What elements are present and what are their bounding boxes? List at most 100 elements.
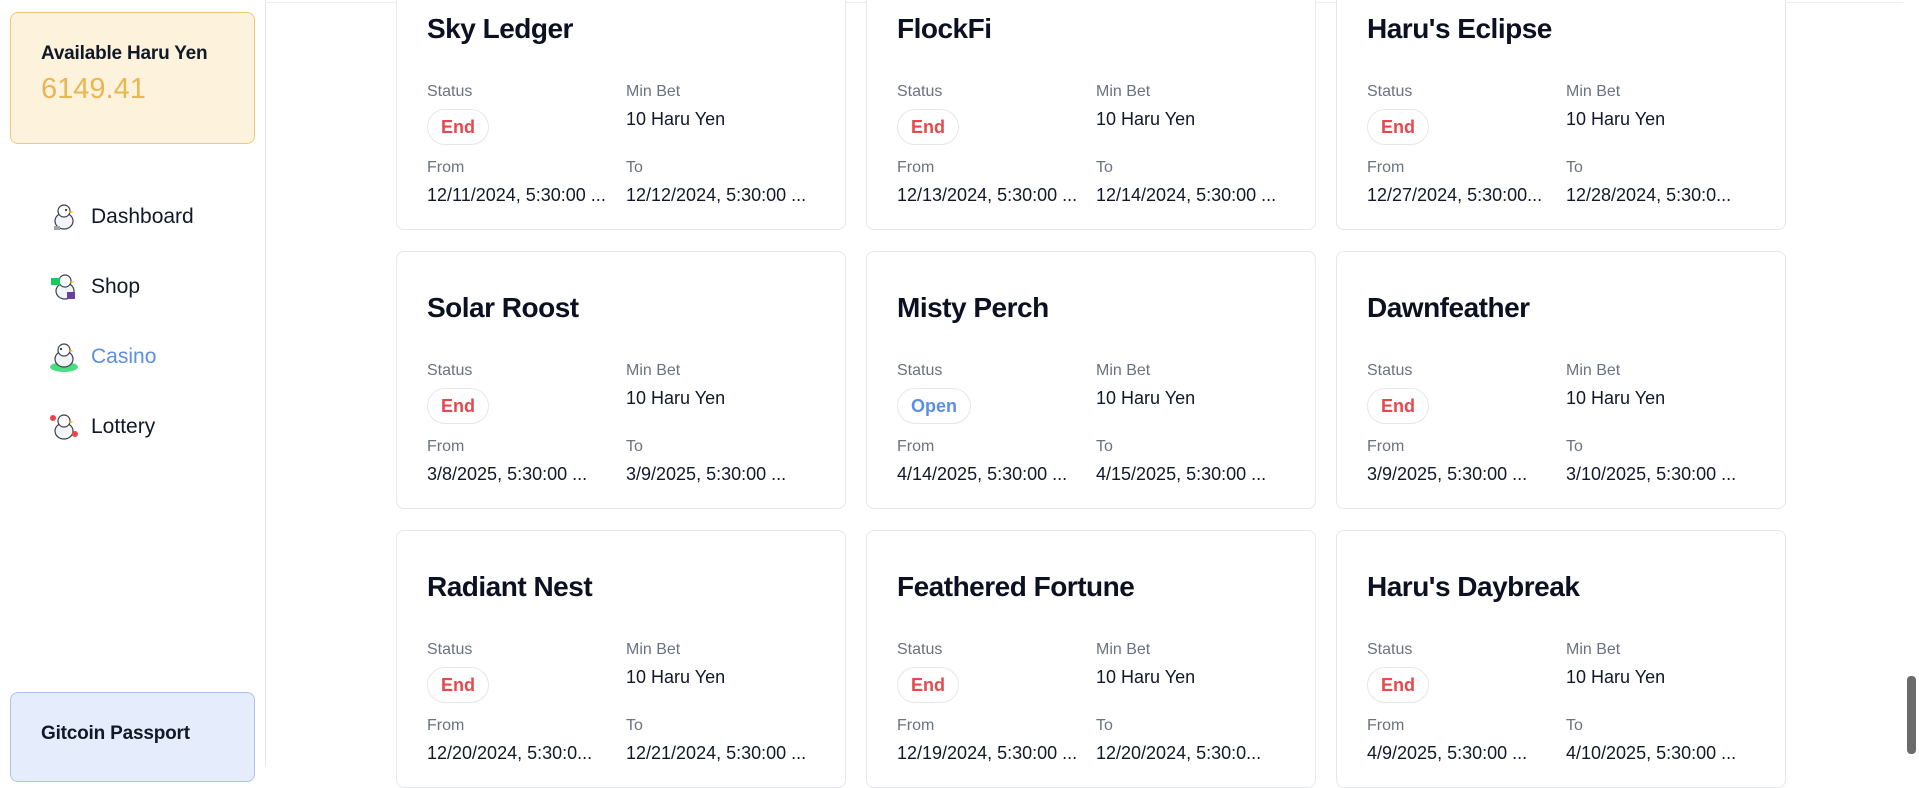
- to-label: To: [626, 717, 643, 734]
- game-title: Dawnfeather: [1367, 292, 1530, 323]
- min-bet-value: 10 Haru Yen: [1096, 667, 1196, 687]
- to-label: To: [1096, 717, 1113, 734]
- balance-card: Available Haru Yen 6149.41: [10, 12, 255, 144]
- sidebar: Available Haru Yen 6149.41 Dashboard Sho…: [0, 0, 266, 782]
- from-label: From: [427, 159, 465, 176]
- min-bet-value: 10 Haru Yen: [626, 667, 726, 687]
- to-label: To: [1566, 159, 1583, 176]
- min-bet-label: Min Bet: [1566, 641, 1621, 658]
- to-label: To: [1096, 159, 1113, 176]
- status-label: Status: [1367, 83, 1413, 100]
- min-bet-label: Min Bet: [1096, 641, 1151, 658]
- min-bet-value: 10 Haru Yen: [626, 388, 726, 408]
- from-label: From: [897, 438, 935, 455]
- min-bet-value: 10 Haru Yen: [1566, 388, 1666, 408]
- from-label: From: [427, 717, 465, 734]
- to-value: 3/9/2025, 5:30:00 ...: [626, 464, 787, 484]
- from-label: From: [1367, 717, 1405, 734]
- from-value: 4/14/2025, 5:30:00 ...: [897, 464, 1068, 484]
- game-card[interactable]: Sky Ledger Status End Min Bet 10 Haru Ye…: [396, 0, 846, 230]
- status-label: Status: [897, 641, 943, 658]
- from-label: From: [1367, 159, 1405, 176]
- game-card[interactable]: Haru's Eclipse Status End Min Bet 10 Har…: [1336, 0, 1786, 230]
- from-value: 3/8/2025, 5:30:00 ...: [427, 464, 588, 484]
- sidebar-item-label: Lottery: [91, 415, 156, 438]
- status-badge: End: [897, 667, 959, 703]
- to-value: 4/10/2025, 5:30:00 ...: [1566, 743, 1737, 763]
- game-card[interactable]: Feathered Fortune Status End Min Bet 10 …: [866, 530, 1316, 788]
- to-label: To: [1566, 438, 1583, 455]
- from-value: 4/9/2025, 5:30:00 ...: [1367, 743, 1528, 763]
- game-card[interactable]: Dawnfeather Status End Min Bet 10 Haru Y…: [1336, 251, 1786, 509]
- min-bet-value: 10 Haru Yen: [1096, 109, 1196, 129]
- min-bet-value: 10 Haru Yen: [626, 109, 726, 129]
- duck-lottery-icon: [50, 414, 78, 440]
- casino-games-grid: Sky Ledger Status End Min Bet 10 Haru Ye…: [396, 0, 1786, 788]
- to-value: 12/12/2024, 5:30:00 ...: [626, 185, 807, 205]
- game-title: Sky Ledger: [427, 13, 573, 44]
- from-value: 12/11/2024, 5:30:00 ...: [427, 185, 606, 205]
- min-bet-label: Min Bet: [626, 641, 681, 658]
- game-card[interactable]: Solar Roost Status End Min Bet 10 Haru Y…: [396, 251, 846, 509]
- from-value: 12/13/2024, 5:30:00 ...: [897, 185, 1078, 205]
- game-title: Misty Perch: [897, 292, 1049, 323]
- to-label: To: [626, 438, 643, 455]
- to-value: 3/10/2025, 5:30:00 ...: [1566, 464, 1737, 484]
- status-badge: End: [427, 667, 489, 703]
- to-label: To: [1096, 438, 1113, 455]
- from-value: 12/27/2024, 5:30:00...: [1367, 185, 1543, 205]
- min-bet-label: Min Bet: [1096, 362, 1151, 379]
- min-bet-label: Min Bet: [1566, 362, 1621, 379]
- balance-label: Available Haru Yen: [41, 43, 208, 64]
- to-value: 12/21/2024, 5:30:00 ...: [626, 743, 807, 763]
- from-value: 12/19/2024, 5:30:00 ...: [897, 743, 1078, 763]
- to-value: 12/20/2024, 5:30:0...: [1096, 743, 1262, 763]
- duck-casino-icon: [50, 343, 78, 372]
- from-value: 3/9/2025, 5:30:00 ...: [1367, 464, 1528, 484]
- status-label: Status: [897, 362, 943, 379]
- min-bet-label: Min Bet: [626, 83, 681, 100]
- status-badge: End: [427, 109, 489, 145]
- game-card[interactable]: FlockFi Status End Min Bet 10 Haru Yen F…: [866, 0, 1316, 230]
- game-title: Haru's Eclipse: [1367, 13, 1552, 44]
- from-label: From: [897, 717, 935, 734]
- passport-label: Gitcoin Passport: [41, 723, 190, 744]
- min-bet-label: Min Bet: [626, 362, 681, 379]
- duck-dashboard-icon: [54, 204, 74, 230]
- to-value: 4/15/2025, 5:30:00 ...: [1096, 464, 1267, 484]
- min-bet-value: 10 Haru Yen: [1566, 109, 1666, 129]
- min-bet-label: Min Bet: [1566, 83, 1621, 100]
- balance-value: 6149.41: [41, 73, 146, 105]
- to-label: To: [626, 159, 643, 176]
- sidebar-item-shop[interactable]: Shop: [47, 252, 194, 322]
- game-title: Radiant Nest: [427, 571, 593, 602]
- game-card[interactable]: Misty Perch Status Open Min Bet 10 Haru …: [866, 251, 1316, 509]
- from-value: 12/20/2024, 5:30:0...: [427, 743, 593, 763]
- min-bet-value: 10 Haru Yen: [1096, 388, 1196, 408]
- to-value: 12/14/2024, 5:30:00 ...: [1096, 185, 1277, 205]
- status-badge: End: [1367, 109, 1429, 145]
- status-badge: End: [897, 109, 959, 145]
- game-title: FlockFi: [897, 13, 992, 44]
- gitcoin-passport-card[interactable]: Gitcoin Passport: [10, 692, 255, 782]
- game-title: Haru's Daybreak: [1367, 571, 1580, 602]
- sidebar-item-label: Casino: [91, 345, 157, 368]
- from-label: From: [427, 438, 465, 455]
- scrollbar-thumb[interactable]: [1907, 676, 1916, 754]
- game-title: Solar Roost: [427, 292, 579, 323]
- game-card[interactable]: Haru's Daybreak Status End Min Bet 10 Ha…: [1336, 530, 1786, 788]
- sidebar-item-label: Dashboard: [91, 205, 194, 228]
- game-title: Feathered Fortune: [897, 571, 1135, 602]
- status-badge: End: [1367, 388, 1429, 424]
- from-label: From: [897, 159, 935, 176]
- status-label: Status: [1367, 362, 1413, 379]
- sidebar-item-casino[interactable]: Casino: [47, 322, 194, 392]
- sidebar-item-lottery[interactable]: Lottery: [47, 392, 194, 462]
- scrollbar[interactable]: [1903, 0, 1919, 766]
- status-label: Status: [897, 83, 943, 100]
- status-badge: End: [1367, 667, 1429, 703]
- from-label: From: [1367, 438, 1405, 455]
- status-label: Status: [427, 362, 473, 379]
- sidebar-item-dashboard[interactable]: Dashboard: [47, 182, 194, 252]
- game-card[interactable]: Radiant Nest Status End Min Bet 10 Haru …: [396, 530, 846, 788]
